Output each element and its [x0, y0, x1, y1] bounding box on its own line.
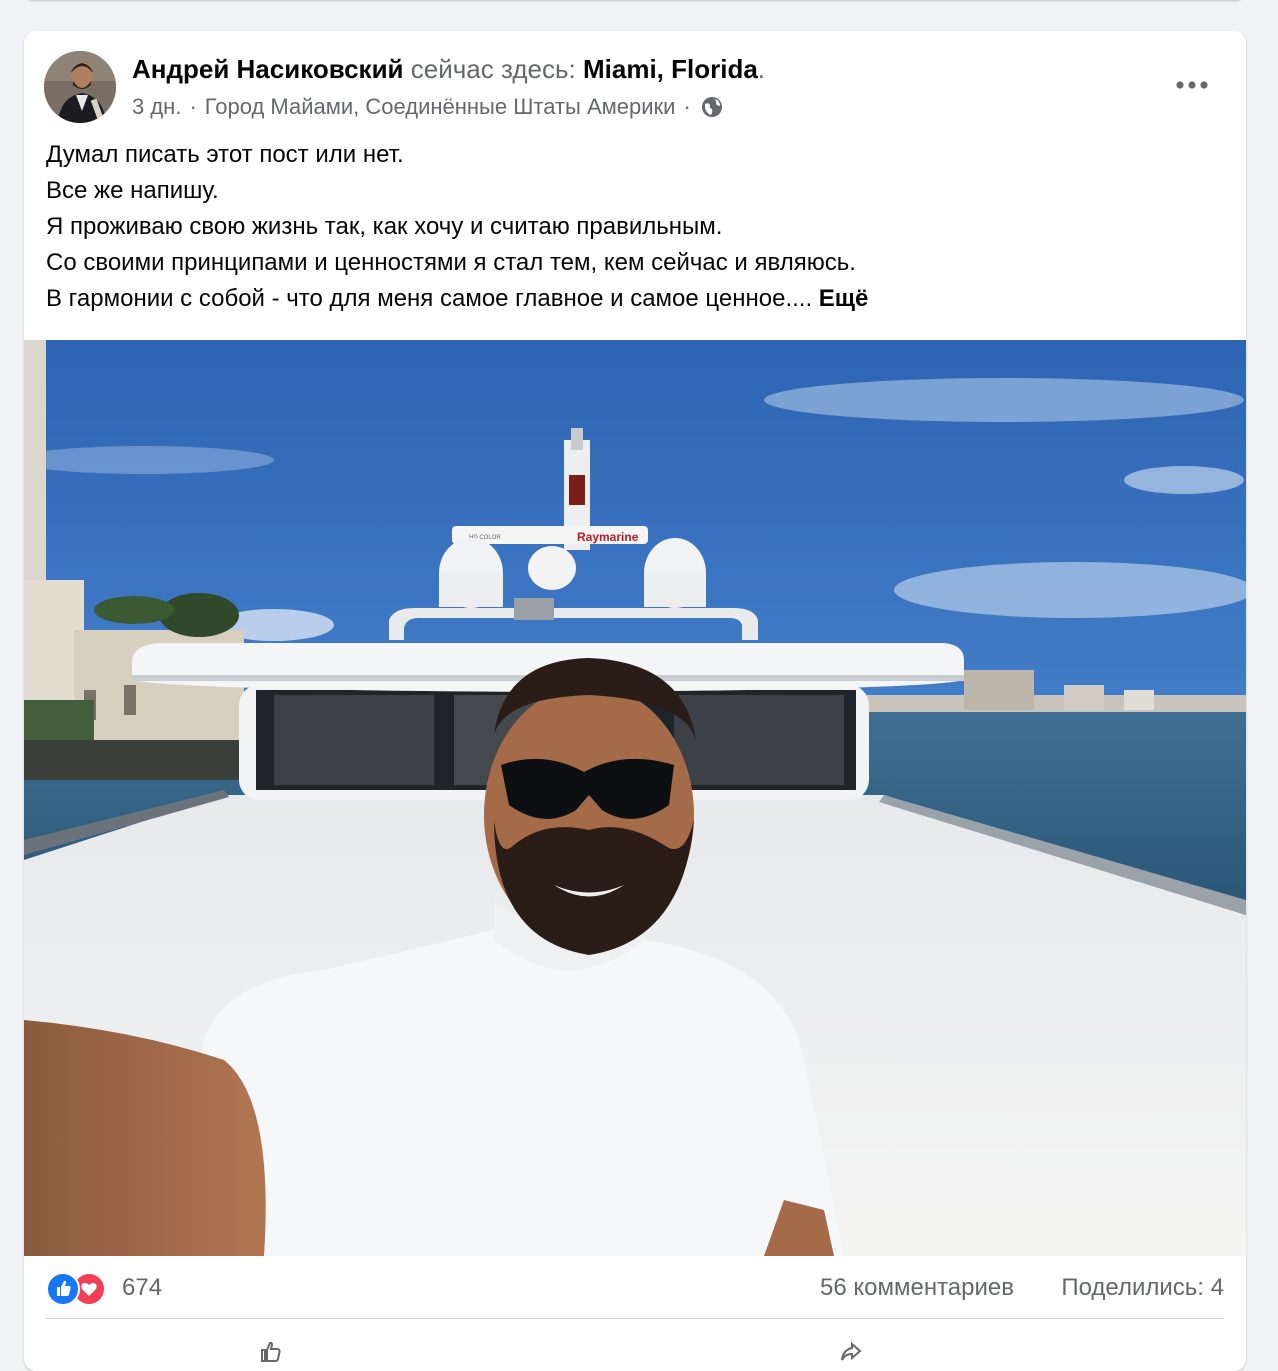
actions-divider	[46, 1318, 1224, 1319]
reaction-icons[interactable]	[46, 1272, 116, 1306]
share-button[interactable]	[839, 1330, 873, 1371]
post-card: Андрей Насиковский сейчас здесь: Miami, …	[24, 31, 1246, 1371]
author-name[interactable]: Андрей Насиковский	[132, 54, 404, 84]
comments-count-link[interactable]: 56 комментариев	[820, 1273, 1014, 1303]
post-text-line: Думал писать этот пост или нет.	[46, 141, 404, 168]
see-more-link[interactable]: Ещё	[819, 285, 869, 312]
more-options-button[interactable]	[1172, 65, 1212, 105]
like-icon	[46, 1272, 80, 1306]
post-header: Андрей Насиковский сейчас здесь: Miami, …	[24, 31, 1246, 131]
post-text-line: Все же напишу.	[46, 177, 219, 204]
avatar[interactable]	[44, 51, 116, 123]
shares-count-link[interactable]: Поделились: 4	[1061, 1273, 1224, 1303]
photo-sign-text: Raymarine	[577, 530, 639, 544]
meta-separator: ·	[683, 94, 691, 119]
post-text-line: Со своими принципами и ценностями я стал…	[46, 249, 856, 276]
globe-icon[interactable]	[701, 96, 723, 118]
post-meta: 3 дн. · Город Майами, Соединённые Штаты …	[132, 93, 723, 121]
place-link[interactable]: Miami, Florida	[583, 54, 758, 84]
author-line: Андрей Насиковский сейчас здесь: Miami, …	[132, 53, 765, 85]
post-actions	[24, 1320, 1246, 1371]
like-button[interactable]	[259, 1330, 293, 1371]
reactions-bar: 674 56 комментариев Поделились: 4	[24, 1256, 1246, 1320]
post-text-line: Я проживаю свою жизнь так, как хочу и сч…	[46, 213, 723, 240]
author-line-dot: .	[757, 54, 766, 84]
status-text: сейчас здесь:	[410, 54, 576, 84]
reactions-count[interactable]: 674	[122, 1273, 162, 1303]
post-text-line: В гармонии с собой - что для меня самое …	[46, 285, 813, 312]
more-horizontal-icon	[1176, 81, 1208, 89]
thumbs-up-icon	[259, 1340, 283, 1364]
post-photo[interactable]: Raymarine HD COLOR	[24, 340, 1246, 1256]
post-text: Думал писать этот пост или нет. Все же н…	[46, 137, 868, 317]
post-location[interactable]: Город Майами, Соединённые Штаты Америки	[205, 93, 676, 121]
share-icon	[839, 1340, 863, 1364]
meta-separator: ·	[189, 94, 197, 119]
post-text-line-last: В гармонии с собой - что для меня самое …	[46, 281, 868, 317]
post-time[interactable]: 3 дн.	[132, 93, 181, 121]
